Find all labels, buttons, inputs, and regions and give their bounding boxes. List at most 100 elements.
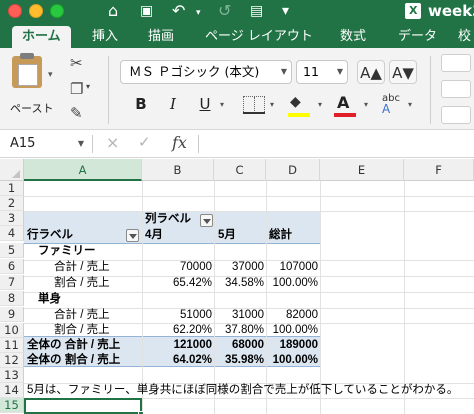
borders-dropdown-icon[interactable]: ▾	[270, 100, 274, 109]
copy-icon[interactable]: ❐	[70, 80, 83, 98]
column-header-a[interactable]: A	[24, 159, 142, 181]
gridline	[142, 181, 143, 414]
copy-dropdown-icon[interactable]: ▾	[86, 82, 90, 91]
shrink-font-button[interactable]: A▼	[389, 60, 417, 84]
phonetic-dropdown-icon[interactable]: ▾	[408, 100, 412, 109]
enter-entry-icon: ✓	[138, 133, 151, 151]
tab-data[interactable]: データ	[398, 26, 437, 48]
borders-icon[interactable]	[243, 96, 265, 114]
print-icon[interactable]: ▤	[250, 1, 263, 21]
bold-button[interactable]: B	[128, 92, 154, 116]
row-header[interactable]: 15	[0, 398, 24, 413]
format-painter-icon[interactable]: ✎	[70, 104, 83, 122]
cell-single-sum-may: 31000	[232, 309, 264, 321]
paste-clipboard-icon[interactable]	[12, 53, 42, 88]
row-filter-button[interactable]	[126, 229, 139, 242]
row-header[interactable]: 13	[0, 368, 24, 383]
font-size-dropdown[interactable]: 11 ▼	[296, 60, 348, 84]
row-header[interactable]: 5	[0, 243, 24, 258]
row-header[interactable]: 1	[0, 181, 24, 196]
row-header[interactable]: 8	[0, 291, 24, 306]
worksheet-grid[interactable]: A B C D E F 1 2 3 4 5 6 7 8 9 10 11 12 1…	[0, 159, 474, 414]
name-box[interactable]: A15 ▼	[0, 130, 92, 158]
row-header[interactable]: 12	[0, 353, 24, 368]
font-name-value: ＭＳ Ｐゴシック (本文)	[129, 64, 260, 79]
row-header[interactable]: 10	[0, 323, 24, 338]
fill-color-icon[interactable]: ◆	[290, 94, 301, 110]
align-top-button[interactable]	[441, 54, 471, 72]
font-color-swatch	[334, 113, 356, 117]
pivot-group-family: ファミリー	[38, 245, 96, 257]
gridline	[24, 211, 474, 212]
phonetic-a-glyph: A	[382, 102, 391, 116]
pivot-col-april: 4月	[145, 229, 163, 241]
chevron-down-icon: ▼	[336, 67, 343, 76]
ribbon-divider	[108, 56, 109, 124]
tab-draw[interactable]: 描画	[148, 26, 174, 48]
decrease-indent-button[interactable]	[441, 106, 471, 124]
column-header-b[interactable]: B	[142, 159, 214, 181]
select-all-corner[interactable]	[0, 159, 24, 181]
row-header[interactable]: 3	[0, 211, 24, 226]
tab-review[interactable]: 校	[458, 26, 471, 48]
tab-formulas[interactable]: 数式	[340, 26, 366, 48]
column-header-c[interactable]: C	[214, 159, 266, 181]
excel-document-icon	[405, 3, 421, 19]
undo-dropdown-icon[interactable]: ▾	[196, 3, 201, 23]
column-filter-button[interactable]	[200, 214, 213, 227]
cell-family-sum-total: 107000	[279, 261, 318, 273]
paste-button-label[interactable]: ペースト	[10, 100, 53, 116]
row-header[interactable]: 9	[0, 307, 24, 322]
minimize-window-button[interactable]	[29, 4, 43, 18]
home-icon[interactable]: ⌂	[108, 1, 118, 21]
alignment-group	[437, 50, 474, 128]
row-header[interactable]: 4	[0, 226, 24, 241]
row-header[interactable]: 11	[0, 338, 24, 353]
align-left-button[interactable]	[441, 80, 471, 98]
cell-total-ratio-april: 64.02%	[172, 354, 212, 366]
row-header[interactable]: 7	[0, 275, 24, 290]
underline-dropdown-icon[interactable]: ▾	[220, 100, 224, 109]
cell-single-ratio-may: 37.80%	[224, 324, 264, 336]
row-header[interactable]: 14	[0, 383, 24, 398]
more-tools-icon[interactable]: ▾	[282, 1, 289, 21]
zoom-window-button[interactable]	[50, 4, 64, 18]
pivot-group-single: 単身	[38, 293, 61, 305]
cell-family-ratio-april: 65.42%	[172, 277, 212, 289]
cell-total-ratio-total: 100.00%	[272, 354, 318, 366]
paste-dropdown-icon[interactable]: ▾	[48, 70, 53, 80]
font-color-dropdown-icon[interactable]: ▾	[364, 100, 368, 109]
cell-single-ratio-april: 62.20%	[172, 324, 212, 336]
tab-insert[interactable]: 挿入	[92, 26, 118, 48]
cell-total-sum-total: 189000	[279, 339, 318, 351]
redo-icon: ↺	[218, 1, 232, 20]
save-icon[interactable]: ▣	[140, 1, 153, 21]
grow-font-button[interactable]: A▲	[357, 60, 385, 84]
tab-page-layout[interactable]: ページ レイアウト	[205, 26, 313, 48]
row-header[interactable]: 2	[0, 196, 24, 211]
column-header-f[interactable]: F	[404, 159, 474, 181]
column-header-e[interactable]: E	[320, 159, 404, 181]
font-color-icon[interactable]: A	[337, 93, 349, 112]
active-cell-a15[interactable]	[24, 398, 142, 414]
insert-function-icon[interactable]: fx	[172, 133, 187, 152]
cell-single-ratio-total: 100.00%	[272, 324, 318, 336]
cut-icon[interactable]: ✂	[70, 54, 83, 72]
phonetic-guide-icon[interactable]: abc A	[382, 93, 400, 115]
font-name-dropdown[interactable]: ＭＳ Ｐゴシック (本文) ▼	[120, 60, 292, 84]
row-header[interactable]: 6	[0, 259, 24, 274]
pivot-col-grand-total: 総計	[269, 229, 292, 241]
tab-home[interactable]: ホーム	[12, 26, 71, 48]
window-title: week3	[428, 2, 474, 20]
fill-color-dropdown-icon[interactable]: ▾	[318, 100, 322, 109]
close-window-button[interactable]	[8, 4, 22, 18]
underline-button[interactable]: U	[192, 92, 218, 116]
cancel-entry-icon: ×	[106, 133, 120, 152]
formula-bar-divider	[92, 135, 93, 153]
italic-button[interactable]: I	[160, 92, 186, 116]
pivot-total-sum-label: 全体の 合計 / 売上	[27, 339, 121, 351]
pivot-col-may: 5月	[218, 229, 236, 241]
undo-icon[interactable]: ↶	[172, 1, 185, 21]
chevron-down-icon: ▼	[77, 139, 84, 148]
column-header-d[interactable]: D	[266, 159, 320, 181]
